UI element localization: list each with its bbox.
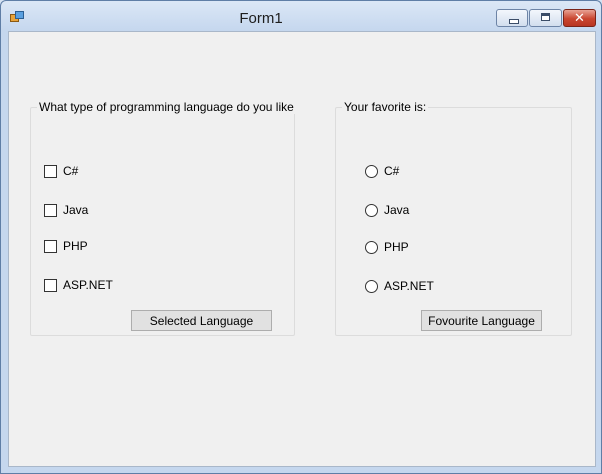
radio-circle[interactable] xyxy=(365,203,378,217)
checkbox-aspnet[interactable]: ASP.NET xyxy=(44,277,113,293)
window-title: Form1 xyxy=(239,10,283,27)
radio-csharp[interactable]: C# xyxy=(365,163,399,179)
checkbox-label: C# xyxy=(63,164,79,178)
checkbox-csharp[interactable]: C# xyxy=(44,163,78,179)
checkbox-box[interactable] xyxy=(44,239,57,253)
radio-label: ASP.NET xyxy=(384,279,434,293)
checkbox-label: Java xyxy=(63,203,89,217)
radio-circle[interactable] xyxy=(365,240,378,254)
title-bar[interactable]: Form1 ✕ xyxy=(1,1,601,31)
close-icon: ✕ xyxy=(574,10,585,25)
favorite-radio-group: Your favorite is: C# Java PHP ASP.NET Fo… xyxy=(335,100,572,336)
selected-language-button[interactable]: Selected Language xyxy=(131,310,272,331)
checkbox-box[interactable] xyxy=(44,278,57,292)
radio-aspnet[interactable]: ASP.NET xyxy=(365,278,434,294)
radio-java[interactable]: Java xyxy=(365,202,409,218)
radio-label: Java xyxy=(384,203,410,217)
minimize-icon xyxy=(509,19,519,24)
radio-group-title: Your favorite is: xyxy=(342,100,429,114)
checkbox-box[interactable] xyxy=(44,164,57,178)
favourite-language-button[interactable]: Fovourite Language xyxy=(421,310,542,331)
radio-label: C# xyxy=(384,164,400,178)
checkbox-php[interactable]: PHP xyxy=(44,238,88,254)
radio-php[interactable]: PHP xyxy=(365,239,409,255)
checkbox-java[interactable]: Java xyxy=(44,202,88,218)
close-button[interactable]: ✕ xyxy=(563,9,596,27)
radio-circle[interactable] xyxy=(365,164,378,178)
radio-label: PHP xyxy=(384,240,409,254)
minimize-button[interactable] xyxy=(496,9,528,27)
app-window: Form1 ✕ What type of programming languag… xyxy=(0,0,602,474)
maximize-button[interactable] xyxy=(529,9,562,27)
checkbox-box[interactable] xyxy=(44,203,57,217)
radio-circle[interactable] xyxy=(365,279,378,293)
checkbox-group-title: What type of programming language do you… xyxy=(37,100,296,114)
checkbox-label: ASP.NET xyxy=(63,278,113,292)
checkbox-label: PHP xyxy=(63,239,88,253)
form-client-area: What type of programming language do you… xyxy=(8,31,596,467)
language-checkbox-group: What type of programming language do you… xyxy=(30,100,296,336)
maximize-icon xyxy=(541,13,550,21)
